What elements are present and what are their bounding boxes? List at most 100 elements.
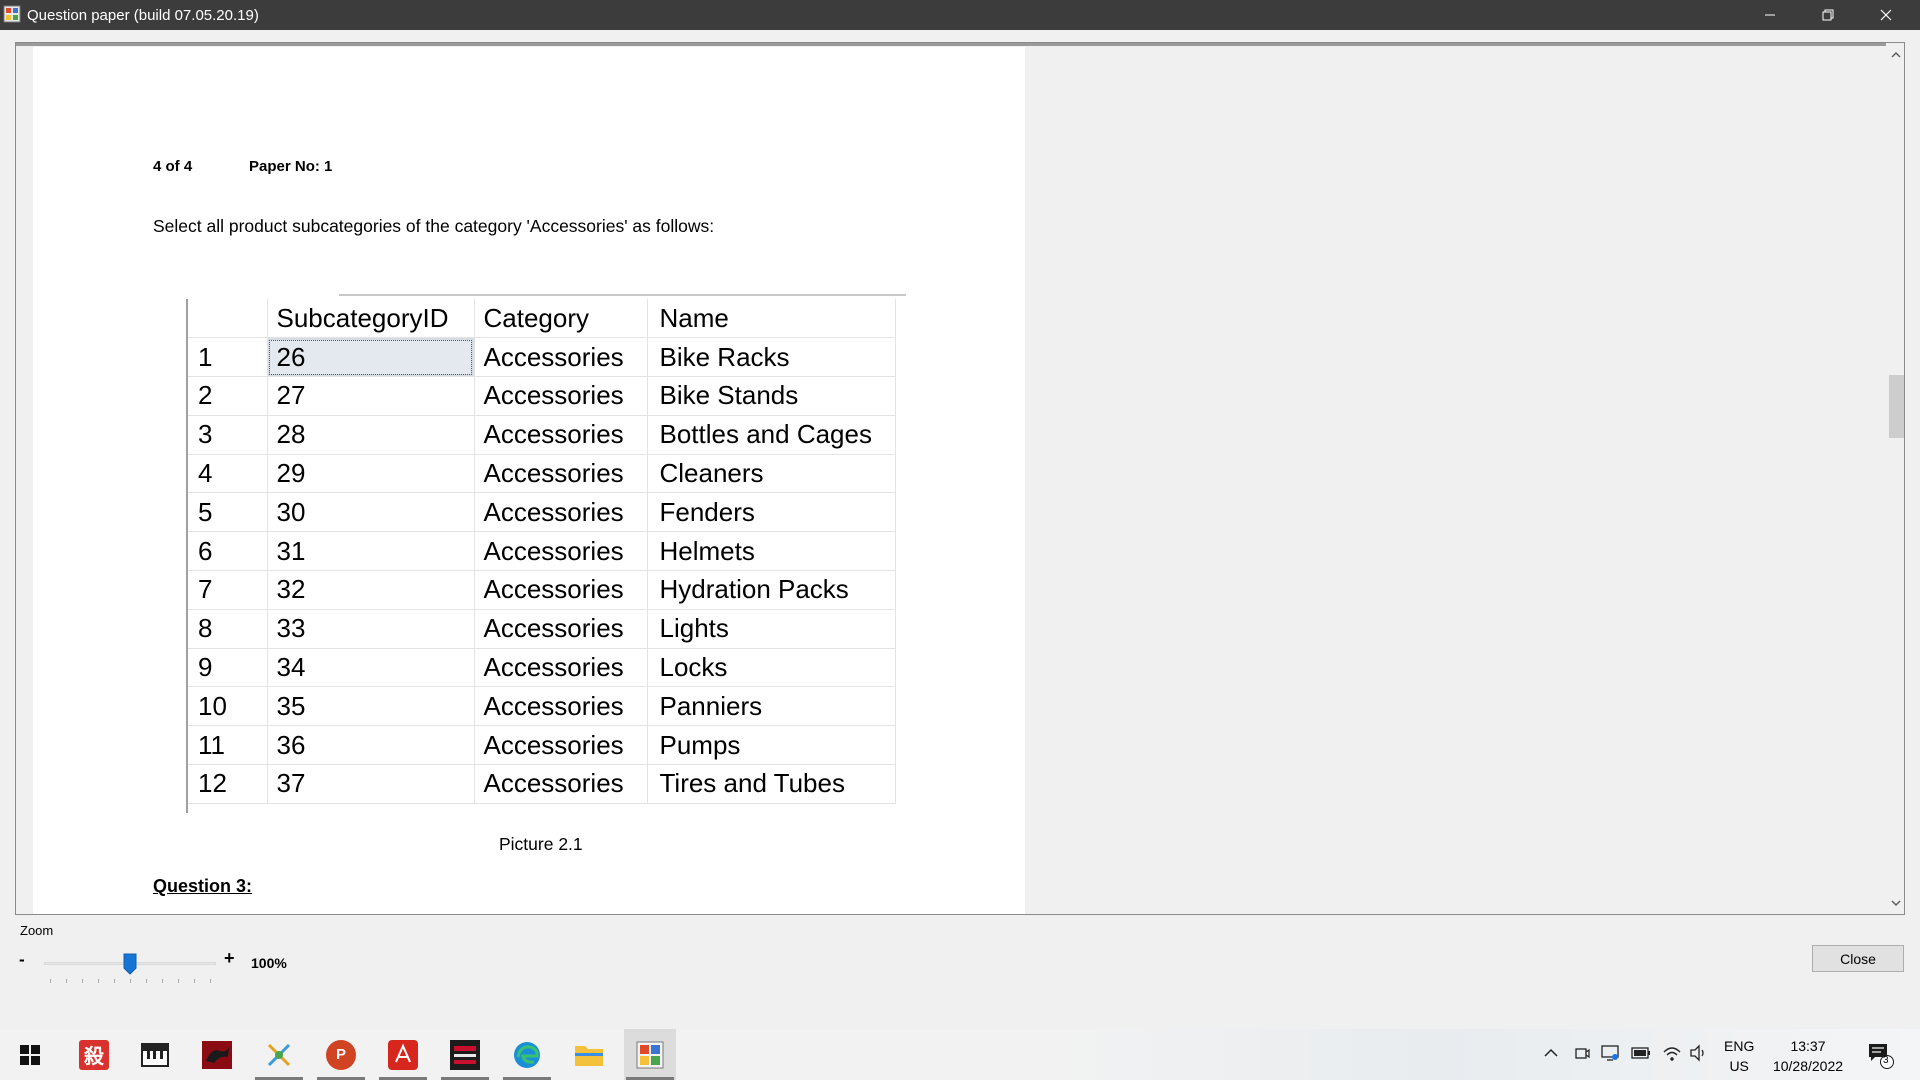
piano-app-icon bbox=[141, 1042, 169, 1067]
result-table: SubcategoryID Category Name 1 26 Accessori… bbox=[188, 299, 896, 804]
slider-tick bbox=[82, 979, 83, 983]
action-center-button[interactable]: 3 bbox=[1866, 1040, 1896, 1070]
cell-category: Accessories bbox=[474, 337, 648, 378]
minimize-button[interactable] bbox=[1741, 0, 1799, 30]
cell-category: Accessories bbox=[474, 570, 648, 610]
cell-category: Accessories bbox=[474, 376, 648, 416]
window-close-button[interactable] bbox=[1857, 0, 1915, 30]
cell-name: Bike Stands bbox=[647, 376, 896, 416]
viewer-top-border bbox=[16, 43, 1904, 46]
zoom-label: Zoom bbox=[20, 923, 54, 938]
restore-button[interactable] bbox=[1799, 0, 1857, 30]
slider-tick bbox=[194, 979, 195, 983]
zoom-out-button[interactable]: - bbox=[19, 950, 25, 970]
document-page: 4 of 4 Paper No: 1 Select all product su… bbox=[33, 47, 1025, 914]
display-icon[interactable] bbox=[1601, 1044, 1619, 1062]
chevron-up-icon[interactable] bbox=[1544, 1048, 1558, 1058]
tools-app-icon bbox=[267, 1043, 291, 1066]
cell-rownum: 4 bbox=[188, 454, 268, 494]
clock-date: 10/28/2022 bbox=[1772, 1058, 1844, 1074]
chevron-up-icon bbox=[1891, 51, 1901, 58]
table-row: 9 34 Accessories Locks bbox=[188, 648, 896, 688]
clock-time: 13:37 bbox=[1790, 1038, 1826, 1054]
camera-icon[interactable] bbox=[1574, 1045, 1590, 1061]
slider-tick bbox=[66, 979, 67, 983]
taskbar-app-tools[interactable] bbox=[253, 1029, 305, 1080]
cell-name: Tires and Tubes bbox=[647, 764, 896, 804]
acrobat-icon bbox=[388, 1039, 418, 1070]
cell-rownum: 10 bbox=[188, 686, 268, 727]
cell-rownum: 9 bbox=[188, 648, 268, 688]
volume-icon[interactable] bbox=[1689, 1044, 1707, 1062]
cell-category: Accessories bbox=[474, 454, 648, 494]
cell-rownum: 12 bbox=[188, 764, 268, 804]
slider-tick bbox=[162, 979, 163, 983]
column-header-name: Name bbox=[647, 299, 896, 339]
taskbar-app-question-paper[interactable] bbox=[624, 1029, 676, 1080]
cell-name: Pumps bbox=[647, 725, 896, 766]
table-row: 4 29 Accessories Cleaners bbox=[188, 454, 896, 494]
clock[interactable]: 13:37 10/28/2022 bbox=[1768, 1036, 1848, 1076]
close-icon bbox=[1880, 9, 1892, 21]
cell-category: Accessories bbox=[474, 531, 648, 572]
cell-rownum: 11 bbox=[188, 725, 268, 766]
cell-rownum: 8 bbox=[188, 609, 268, 649]
slider-tick bbox=[178, 979, 179, 983]
taskbar-app-dragon[interactable] bbox=[191, 1029, 243, 1080]
cell-name: Panniers bbox=[647, 686, 896, 727]
cell-category: Accessories bbox=[474, 492, 648, 533]
cell-name: Lights bbox=[647, 609, 896, 649]
windows-start-icon bbox=[20, 1044, 40, 1065]
scroll-thumb[interactable] bbox=[1889, 375, 1904, 438]
zoom-slider[interactable] bbox=[44, 953, 216, 987]
table-row: 2 27 Accessories Bike Stands bbox=[188, 376, 896, 416]
cell-name: Cleaners bbox=[647, 454, 896, 494]
cell-subcategoryid: 28 bbox=[267, 415, 475, 455]
file-explorer-icon bbox=[575, 1045, 603, 1066]
cell-category: Accessories bbox=[474, 648, 648, 688]
page-number: 4 of 4 bbox=[153, 158, 193, 175]
taskbar-app-file-explorer[interactable] bbox=[563, 1029, 615, 1080]
slider-tick bbox=[130, 979, 131, 983]
question-paper-app-icon bbox=[636, 1041, 664, 1068]
grid-divider bbox=[339, 294, 906, 296]
taskbar-app-edge[interactable] bbox=[501, 1029, 553, 1080]
cell-subcategoryid: 30 bbox=[267, 492, 475, 533]
zoom-slider-thumb[interactable] bbox=[123, 953, 137, 975]
red-dragon-app-icon bbox=[202, 1040, 232, 1069]
table-row: 3 28 Accessories Bottles and Cages bbox=[188, 415, 896, 455]
table-row: 1 26 Accessories Bike Racks bbox=[188, 337, 896, 378]
table-body: 1 26 Accessories Bike Racks 2 27 Accessories Bi… bbox=[188, 337, 896, 804]
vertical-scrollbar[interactable] bbox=[1886, 43, 1904, 914]
scroll-down-button[interactable] bbox=[1886, 895, 1904, 911]
taskbar-app-sql-tool[interactable] bbox=[439, 1029, 491, 1080]
cell-name: Locks bbox=[647, 648, 896, 688]
cell-name: Helmets bbox=[647, 531, 896, 572]
table-header-row: SubcategoryID Category Name bbox=[188, 299, 896, 339]
start-button[interactable] bbox=[4, 1029, 56, 1080]
column-header-category: Category bbox=[474, 299, 648, 339]
taskbar-app-powerpoint[interactable]: P bbox=[315, 1029, 367, 1080]
cell-subcategoryid: 31 bbox=[267, 531, 475, 572]
notification-icon bbox=[1869, 1044, 1894, 1069]
notification-count: 3 bbox=[1883, 1055, 1889, 1066]
taskbar-app-acrobat[interactable] bbox=[377, 1029, 429, 1080]
document-viewer[interactable]: 4 of 4 Paper No: 1 Select all product su… bbox=[15, 42, 1905, 915]
close-button[interactable]: Close bbox=[1812, 945, 1904, 972]
scroll-up-button[interactable] bbox=[1886, 47, 1904, 63]
taskbar: 殺 P ENG US 13:37 10/28/2022 3 bbox=[0, 1029, 1920, 1080]
zoom-in-button[interactable]: + bbox=[224, 948, 235, 969]
wifi-icon[interactable] bbox=[1662, 1044, 1682, 1062]
cell-name: Fenders bbox=[647, 492, 896, 533]
column-header-subcategoryid: SubcategoryID bbox=[267, 299, 475, 339]
powerpoint-icon: P bbox=[326, 1039, 356, 1070]
column-header-rownum bbox=[188, 299, 268, 339]
next-question-heading: Question 3: bbox=[153, 876, 253, 896]
taskbar-app-kanji[interactable]: 殺 bbox=[68, 1029, 120, 1080]
battery-icon[interactable] bbox=[1631, 1047, 1651, 1059]
chevron-down-icon bbox=[1891, 900, 1901, 907]
cell-category: Accessories bbox=[474, 686, 648, 727]
language-indicator[interactable]: ENG US bbox=[1724, 1036, 1754, 1076]
cell-subcategoryid: 35 bbox=[267, 686, 475, 727]
taskbar-app-piano[interactable] bbox=[129, 1029, 181, 1080]
